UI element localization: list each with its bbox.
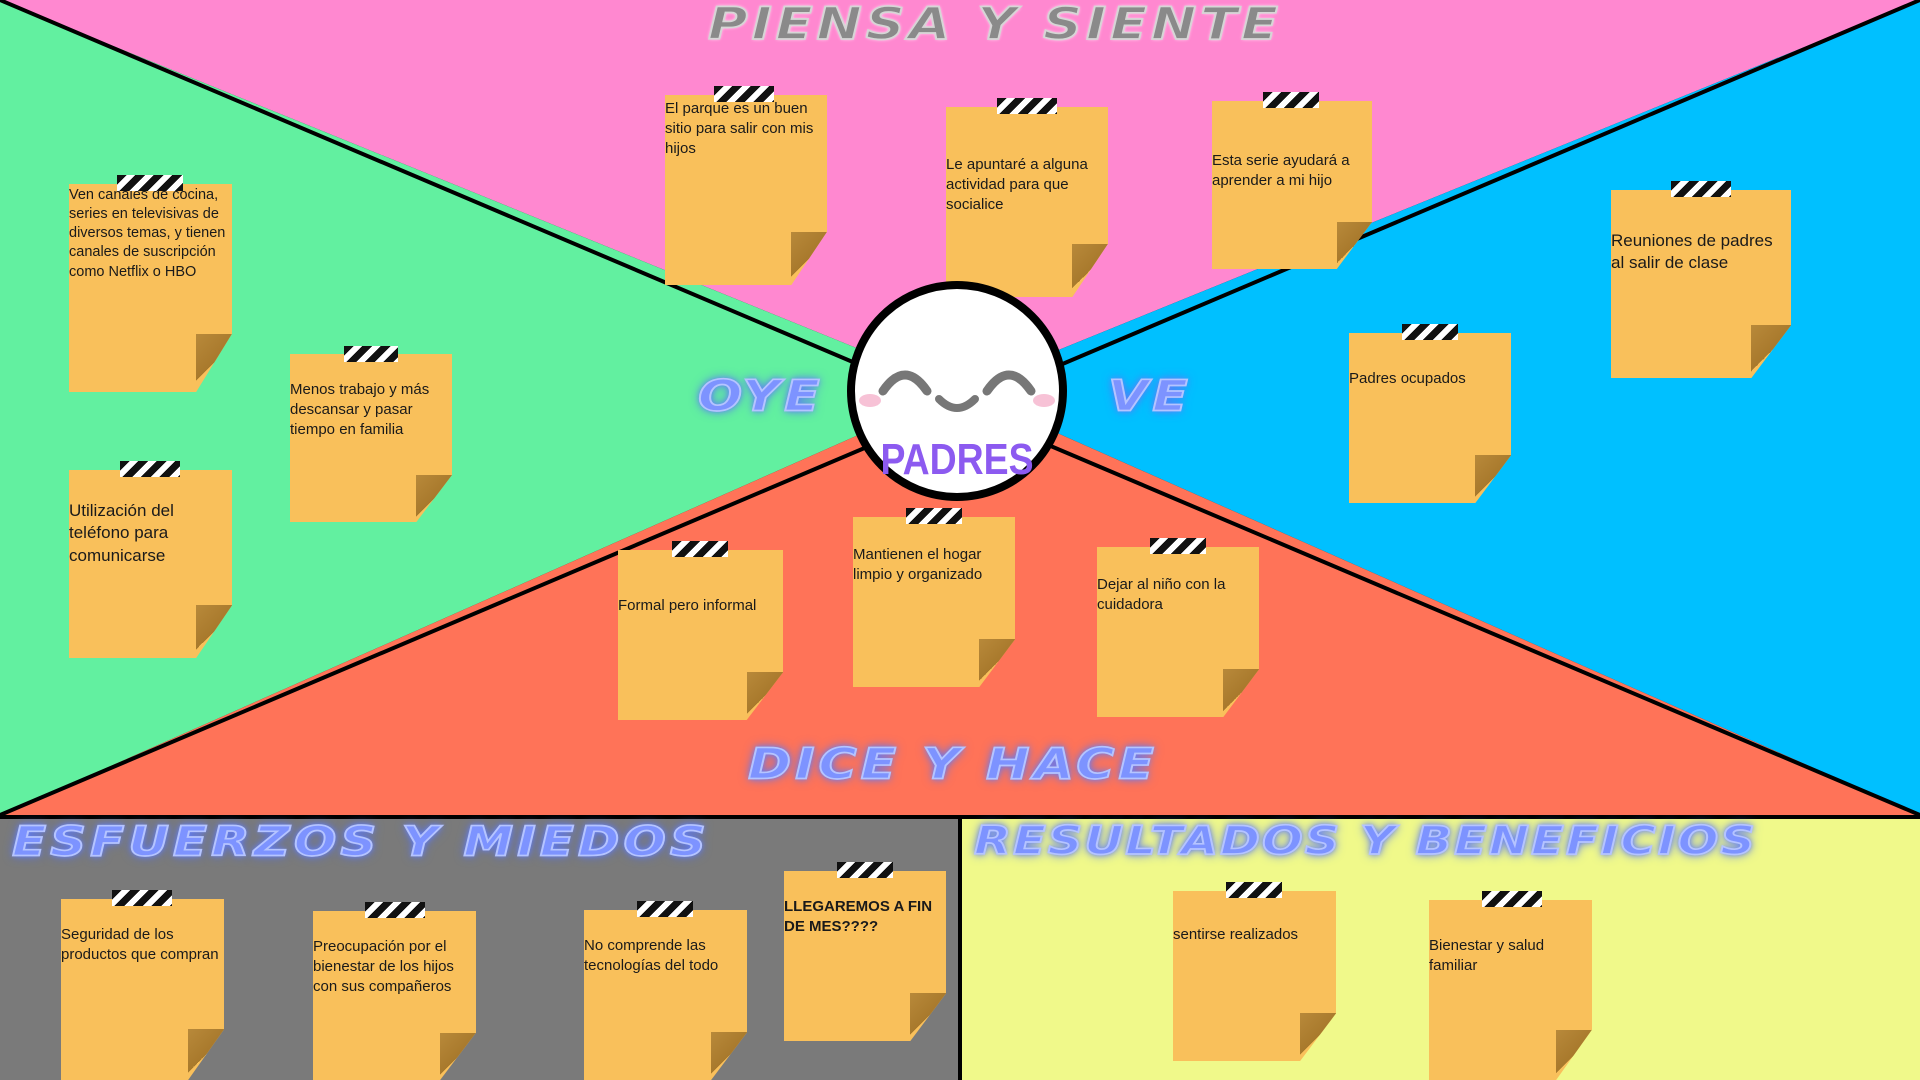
sticky-note-text: LLEGAREMOS A FIN DE MES???? (784, 898, 933, 935)
tape-strip (997, 98, 1057, 114)
sticky-note: El parque es un buen sitio para salir co… (665, 95, 827, 285)
tape-strip (837, 862, 893, 878)
sticky-note-text: Dejar al niño con la cuidadora (1097, 576, 1226, 613)
heading-dice-y-hace: DICE Y HACE (747, 739, 1158, 790)
sticky-note-text: Formal pero informal (618, 597, 757, 614)
tape-strip (672, 541, 728, 557)
sticky-note: No comprende las tecnologías del todo (584, 910, 747, 1080)
tape-strip (1226, 882, 1282, 898)
sticky-note: Bienestar y salud familiar (1429, 900, 1592, 1080)
tape-strip (906, 508, 962, 524)
sticky-note: Esta serie ayudará a aprender a mi hijo (1212, 101, 1372, 269)
tape-strip (120, 461, 180, 477)
tape-strip (1263, 92, 1319, 108)
tape-strip (637, 901, 693, 917)
sticky-note: Preocupación por el bienestar de los hij… (313, 911, 476, 1080)
heading-piensa-y-siente: PIENSA Y SIENTE (707, 0, 1282, 50)
empathy-map: PIENSA Y SIENTE OYE VE DICE Y HACE ESFUE… (0, 0, 1920, 1080)
tape-strip (365, 902, 425, 918)
smiley-face-icon (878, 370, 1036, 412)
heading-oye: OYE (697, 371, 824, 422)
sticky-note: Formal pero informal (618, 550, 783, 720)
sticky-note-text: Preocupación por el bienestar de los hij… (313, 938, 454, 995)
sticky-note: Ven canales de cocina, series en televis… (69, 184, 232, 392)
sticky-note-text: Seguridad de los productos que compran (61, 926, 219, 963)
sticky-note-text: Bienestar y salud familiar (1429, 937, 1545, 974)
tape-strip (117, 175, 183, 191)
sticky-note-text: Menos trabajo y más descansar y pasar ti… (290, 381, 430, 438)
sticky-note: Mantienen el hogar limpio y organizado (853, 517, 1015, 687)
cheek-blush (859, 394, 881, 407)
sticky-note-text: Mantienen el hogar limpio y organizado (853, 546, 983, 583)
sticky-note-text: Reuniones de padres al salir de clase (1611, 231, 1773, 273)
heading-resultados-y-beneficios: RESULTADOS Y BENEFICIOS (973, 817, 1757, 865)
sticky-note: LLEGAREMOS A FIN DE MES???? (784, 871, 946, 1041)
sticky-note-text: sentirse realizados (1173, 926, 1299, 943)
sticky-note: Padres ocupados (1349, 333, 1511, 503)
sticky-note: Seguridad de los productos que compran (61, 899, 224, 1080)
sticky-note-text: No comprende las tecnologías del todo (584, 937, 719, 974)
sticky-note-text: Padres ocupados (1349, 370, 1466, 387)
tape-strip (1150, 538, 1206, 554)
sticky-note-text: Utilización del teléfono para comunicars… (69, 501, 174, 565)
tape-strip (1482, 891, 1542, 907)
sticky-note-text: El parque es un buen sitio para salir co… (665, 100, 814, 157)
sticky-note: Utilización del teléfono para comunicars… (69, 470, 232, 658)
sticky-note: Reuniones de padres al salir de clase (1611, 190, 1791, 378)
sticky-note-text: Ven canales de cocina, series en televis… (69, 187, 226, 280)
sticky-note-text: Esta serie ayudará a aprender a mi hijo (1212, 152, 1350, 189)
sticky-note: Menos trabajo y más descansar y pasar ti… (290, 354, 452, 522)
tape-strip (714, 86, 774, 102)
sticky-note: Dejar al niño con la cuidadora (1097, 547, 1259, 717)
tape-strip (344, 346, 398, 362)
heading-esfuerzos-y-miedos: ESFUERZOS Y MIEDOS (11, 817, 710, 866)
tape-strip (1671, 181, 1731, 197)
persona-avatar: PADRES (847, 281, 1067, 501)
heading-ve: VE (1107, 371, 1192, 422)
persona-label: PADRES (880, 435, 1034, 484)
sticky-note: Le apuntaré a alguna actividad para que … (946, 107, 1108, 297)
cheek-blush (1033, 394, 1055, 407)
sticky-note-text: Le apuntaré a alguna actividad para que … (946, 156, 1088, 213)
tape-strip (112, 890, 172, 906)
tape-strip (1402, 324, 1458, 340)
sticky-note: sentirse realizados (1173, 891, 1336, 1061)
